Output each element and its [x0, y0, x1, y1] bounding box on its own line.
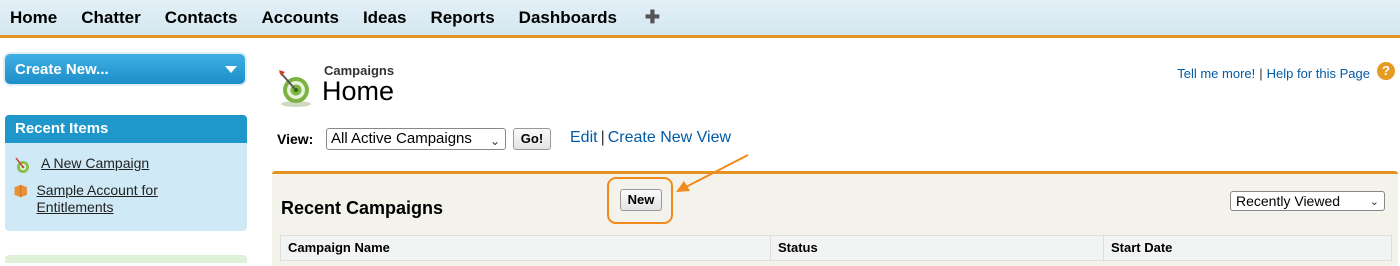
tab-chatter[interactable]: Chatter — [81, 8, 141, 28]
tell-me-more-link[interactable]: Tell me more! — [1177, 66, 1255, 81]
tab-ideas[interactable]: Ideas — [363, 8, 406, 28]
campaign-icon — [15, 157, 29, 173]
go-button[interactable]: Go! — [513, 128, 551, 150]
add-tab-icon[interactable]: ✚ — [645, 7, 660, 28]
column-header-status[interactable]: Status — [771, 236, 1104, 260]
view-label: View: — [277, 131, 314, 147]
view-selected-value: All Active Campaigns — [331, 130, 472, 147]
page-title: Home — [322, 76, 395, 106]
separator: | — [1259, 66, 1263, 81]
chevron-down-icon: ⌄ — [489, 134, 500, 148]
help-for-page-link[interactable]: Help for this Page — [1267, 66, 1370, 81]
recent-item[interactable]: A New Campaign — [13, 155, 149, 173]
create-new-view-link[interactable]: Create New View — [608, 129, 731, 146]
annotation-arrow-icon — [676, 154, 749, 192]
chevron-down-icon — [225, 65, 237, 73]
chevron-down-icon: ⌄ — [1369, 196, 1379, 208]
campaigns-table-header: Campaign Name Status Start Date — [280, 235, 1392, 261]
view-select[interactable]: All Active Campaigns ⌄ — [326, 128, 506, 150]
tab-accounts[interactable]: Accounts — [261, 8, 338, 28]
recent-items-title: Recent Items — [5, 115, 247, 143]
sidebar-next-panel — [5, 255, 247, 263]
campaign-icon — [279, 70, 311, 107]
sort-select[interactable]: Recently Viewed ⌄ — [1230, 191, 1385, 211]
create-new-label: Create New... — [15, 60, 109, 78]
column-header-start-date[interactable]: Start Date — [1104, 236, 1391, 260]
recent-items-panel: Recent Items A New Campaign Sample Accou… — [5, 115, 247, 231]
edit-view-link[interactable]: Edit — [570, 129, 598, 146]
tab-home[interactable]: Home — [10, 8, 57, 28]
tab-contacts[interactable]: Contacts — [165, 8, 238, 28]
help-links: Tell me more! | Help for this Page — [1177, 66, 1370, 81]
column-header-campaign-name[interactable]: Campaign Name — [281, 236, 771, 260]
top-nav: Home Chatter Contacts Accounts Ideas Rep… — [0, 0, 1400, 38]
view-links: Edit | Create New View — [570, 129, 731, 147]
tab-reports[interactable]: Reports — [430, 8, 494, 28]
tab-dashboards[interactable]: Dashboards — [519, 8, 617, 28]
account-icon — [14, 184, 27, 198]
recent-item[interactable]: Sample Account for Entitlements — [13, 182, 193, 216]
recent-campaigns-title: Recent Campaigns — [281, 198, 444, 218]
sort-selected-value: Recently Viewed — [1236, 193, 1341, 209]
separator: | — [600, 129, 605, 146]
help-icon[interactable]: ? — [1377, 62, 1395, 80]
recent-item-link[interactable]: Sample Account for Entitlements — [36, 182, 193, 216]
recent-item-link[interactable]: A New Campaign — [41, 155, 149, 172]
new-campaign-button[interactable]: New — [620, 189, 662, 211]
create-new-button[interactable]: Create New... — [5, 54, 245, 84]
